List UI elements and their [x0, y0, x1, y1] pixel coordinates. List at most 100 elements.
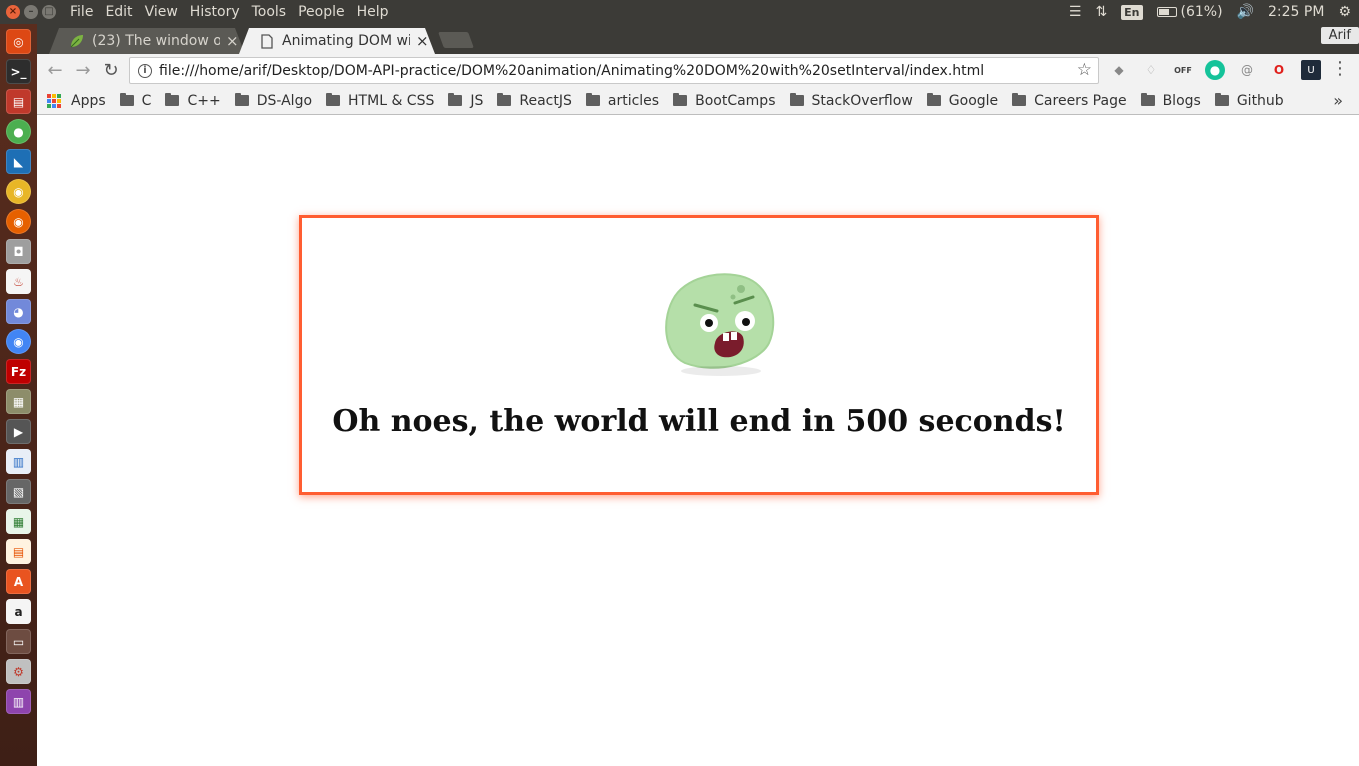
close-tab-icon[interactable]: ×: [416, 32, 429, 50]
forward-arrow-icon[interactable]: →: [69, 60, 97, 81]
new-tab-button[interactable]: [438, 32, 474, 48]
battery-icon: [1156, 7, 1177, 17]
bookmarks-overflow-button[interactable]: »: [1333, 91, 1343, 110]
bookmark-folder-ds-algo[interactable]: DS-Algo: [234, 92, 313, 109]
bookmark-folder-google[interactable]: Google: [926, 92, 999, 109]
bookmark-folder-js[interactable]: JS: [448, 93, 483, 109]
bookmarks-bar: Apps C C++ DS-Algo HTML & CSS JS ReactJS…: [37, 87, 1359, 115]
battery-percent: (61%): [1180, 4, 1223, 20]
bookmark-label: articles: [607, 92, 660, 109]
vscode-icon[interactable]: ◣: [6, 149, 31, 174]
layers-extension-icon[interactable]: ◆: [1109, 60, 1129, 80]
keyboard-language[interactable]: En: [1121, 4, 1143, 20]
image-viewer-icon[interactable]: ▦: [6, 389, 31, 414]
minimize-window-button[interactable]: –: [24, 5, 38, 19]
battery-indicator[interactable]: (61%): [1156, 4, 1223, 20]
url-text[interactable]: file:///home/arif/Desktop/DOM-API-practi…: [159, 63, 1079, 79]
at-extension-icon[interactable]: @: [1237, 60, 1257, 80]
video-icon[interactable]: ▶: [6, 419, 31, 444]
firefox-icon[interactable]: ◉: [6, 209, 31, 234]
network-icon[interactable]: ⇅: [1095, 4, 1107, 20]
system-settings-icon[interactable]: ⚙: [6, 659, 31, 684]
off-extension-icon[interactable]: OFF: [1173, 60, 1193, 80]
dash-icon[interactable]: ◎: [6, 29, 31, 54]
scared-monster-image: [665, 273, 775, 376]
bookmark-star-icon[interactable]: ☆: [1077, 60, 1092, 80]
bookmark-folder-blogs[interactable]: Blogs: [1140, 93, 1201, 109]
grammarly-icon[interactable]: ●: [1205, 60, 1225, 80]
bookmark-folder-html-css[interactable]: HTML & CSS: [326, 93, 434, 109]
menu-view[interactable]: View: [139, 0, 184, 24]
info-icon[interactable]: i: [138, 63, 152, 78]
countdown-card: Oh noes, the world will end in 500 secon…: [299, 215, 1099, 495]
calc-icon[interactable]: ▦: [6, 509, 31, 534]
impress-icon[interactable]: ▤: [6, 539, 31, 564]
address-bar[interactable]: i file:///home/arif/Desktop/DOM-API-prac…: [129, 57, 1099, 84]
folder-icon: [789, 93, 804, 106]
menu-file[interactable]: File: [64, 0, 99, 24]
screenshot-icon[interactable]: ▧: [6, 479, 31, 504]
chrome-icon[interactable]: ◉: [6, 179, 31, 204]
app-green-icon[interactable]: ●: [6, 119, 31, 144]
bookmark-apps[interactable]: Apps: [47, 93, 106, 109]
reload-icon[interactable]: ↻: [97, 60, 125, 81]
workspace-icon[interactable]: ▥: [6, 689, 31, 714]
bookmark-label: C: [141, 92, 152, 109]
bookmark-label: Apps: [71, 92, 106, 109]
tab-title: (23) The window ob: [92, 33, 220, 49]
bookmark-folder-bootcamps[interactable]: BootCamps: [673, 93, 776, 109]
udacity-icon[interactable]: U: [1301, 60, 1321, 80]
folder-icon: [234, 93, 249, 106]
bookmark-folder-github[interactable]: Github: [1214, 92, 1284, 109]
amazon-icon[interactable]: a: [6, 599, 31, 624]
list-icon[interactable]: ☰: [1069, 4, 1082, 20]
diamond-extension-icon[interactable]: ♢: [1141, 60, 1161, 80]
profile-button[interactable]: Arif: [1320, 27, 1359, 44]
software-center-icon[interactable]: A: [6, 569, 31, 594]
bookmark-label: Github: [1236, 92, 1284, 109]
chromium-icon[interactable]: ◉: [6, 329, 31, 354]
maximize-window-button[interactable]: □: [42, 5, 56, 19]
close-tab-icon[interactable]: ×: [226, 32, 239, 50]
bookmark-folder-stackoverflow[interactable]: StackOverflow: [789, 93, 913, 109]
folder-icon: [448, 93, 463, 106]
bookmark-label: JS: [470, 92, 484, 109]
bookmark-folder-careers[interactable]: Careers Page: [1012, 93, 1127, 109]
leaf-icon: [69, 33, 85, 49]
system-menubar: × – □ File Edit View History Tools Peopl…: [0, 0, 1359, 24]
page-content: Oh noes, the world will end in 500 secon…: [37, 116, 1359, 766]
bookmark-label: C++: [187, 92, 221, 109]
tab-animating-dom[interactable]: Animating DOM wi ×: [239, 28, 435, 54]
bookmark-folder-articles[interactable]: articles: [585, 92, 660, 109]
more-menu-icon[interactable]: ⋮: [1331, 58, 1349, 79]
menu-tools[interactable]: Tools: [246, 0, 293, 24]
tab-window-object[interactable]: (23) The window ob ×: [49, 28, 245, 54]
folder-icon: [497, 93, 512, 106]
volume-icon[interactable]: 🔊: [1237, 4, 1254, 20]
discord-icon[interactable]: ◕: [6, 299, 31, 324]
bookmark-label: ReactJS: [519, 92, 572, 109]
menu-edit[interactable]: Edit: [99, 0, 138, 24]
bookmark-label: HTML & CSS: [348, 92, 435, 109]
back-arrow-icon[interactable]: ←: [41, 60, 69, 81]
bookmark-folder-cpp[interactable]: C++: [165, 92, 221, 109]
terminal-icon[interactable]: >_: [6, 59, 31, 84]
menu-help[interactable]: Help: [351, 0, 395, 24]
settings-gear-icon[interactable]: ⚙: [1338, 4, 1351, 20]
bookmark-label: DS-Algo: [256, 92, 313, 109]
bookmark-folder-reactjs[interactable]: ReactJS: [497, 93, 572, 109]
opera-icon[interactable]: O: [1269, 60, 1289, 80]
drive-icon[interactable]: ▭: [6, 629, 31, 654]
camera-icon[interactable]: ◘: [6, 239, 31, 264]
files-icon[interactable]: ▤: [6, 89, 31, 114]
java-icon[interactable]: ♨: [6, 269, 31, 294]
bookmark-folder-c[interactable]: C: [119, 92, 152, 109]
menu-history[interactable]: History: [184, 0, 246, 24]
filezilla-icon[interactable]: Fz: [6, 359, 31, 384]
bookmark-label: Google: [948, 92, 999, 109]
writer-icon[interactable]: ▥: [6, 449, 31, 474]
close-window-button[interactable]: ×: [6, 5, 20, 19]
menu-people[interactable]: People: [292, 0, 351, 24]
clock[interactable]: 2:25 PM: [1268, 4, 1324, 20]
browser-toolbar: ← → ↻ i file:///home/arif/Desktop/DOM-AP…: [37, 54, 1359, 87]
